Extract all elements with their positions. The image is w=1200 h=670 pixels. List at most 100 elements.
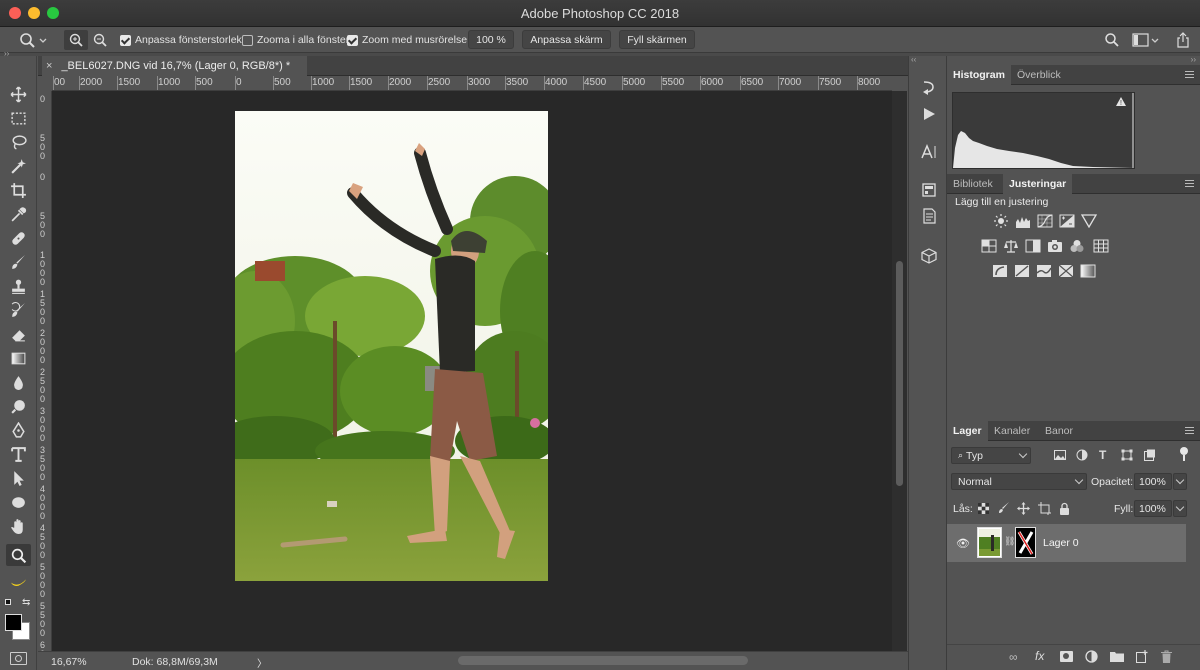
vertical-scroll-thumb[interactable] [896, 261, 903, 486]
layer-filter-dropdown[interactable]: ⌕ Typ [951, 447, 1031, 464]
opacity-slider-button[interactable] [1173, 473, 1187, 490]
banana-tool[interactable] [6, 570, 31, 592]
workspace-switcher[interactable] [1132, 27, 1160, 53]
zoom-in-button[interactable] [64, 30, 88, 50]
layer-mask-thumbnail[interactable] [1015, 527, 1036, 558]
fx-icon[interactable]: fx [1035, 649, 1044, 663]
opacity-input[interactable]: 100% [1134, 473, 1172, 490]
lock-image-pixels-button[interactable] [998, 502, 1010, 514]
tab-adjustments[interactable]: Justeringar [1003, 174, 1073, 194]
lasso-tool[interactable] [6, 131, 31, 153]
3d-panel-button[interactable] [919, 246, 939, 266]
black-white-button[interactable] [1024, 238, 1041, 253]
layer-name[interactable]: Lager 0 [1043, 537, 1079, 549]
new-group-button[interactable] [1110, 651, 1124, 662]
filter-toggle-switch[interactable] [1180, 447, 1188, 462]
lock-position-button[interactable] [1017, 502, 1030, 515]
new-layer-button[interactable] [1136, 650, 1148, 663]
vertical-ruler[interactable]: 0500050010001500200025003000350040004500… [38, 91, 52, 651]
fit-screen-button[interactable]: Anpassa skärm [522, 30, 611, 49]
curves-button[interactable] [1036, 213, 1053, 228]
tab-navigator[interactable]: Överblick [1011, 65, 1067, 85]
zoom-100-button[interactable]: 100 % [468, 30, 514, 49]
selective-color-button[interactable] [1057, 263, 1074, 278]
hand-tool[interactable] [6, 515, 31, 537]
quick-mask-button[interactable] [10, 652, 27, 665]
gradient-map-button[interactable] [1079, 263, 1096, 278]
blur-tool[interactable] [6, 371, 31, 393]
hue-saturation-button[interactable] [980, 238, 997, 253]
search-button[interactable] [1104, 27, 1120, 53]
panel-menu-icon[interactable] [1185, 180, 1194, 187]
photo-filter-button[interactable] [1046, 238, 1063, 253]
panel-menu-icon[interactable] [1185, 71, 1194, 78]
brightness-contrast-button[interactable] [992, 213, 1009, 228]
tab-paths[interactable]: Banor [1039, 421, 1079, 441]
ruler-origin[interactable] [38, 76, 52, 91]
exposure-button[interactable] [1058, 213, 1075, 228]
status-menu-arrow-icon[interactable]: 〉 [257, 655, 267, 670]
actions-panel-button[interactable] [919, 104, 939, 124]
brush-tool[interactable] [6, 251, 31, 273]
eraser-tool[interactable] [6, 323, 31, 345]
zoom-all-windows-checkbox[interactable]: Zooma i alla fönster [242, 27, 349, 53]
type-tool[interactable] [6, 443, 31, 465]
link-layers-icon[interactable]: ∞ [1009, 650, 1018, 664]
horizontal-scroll-thumb[interactable] [458, 656, 748, 665]
clone-stamp-tool[interactable] [6, 275, 31, 297]
filter-adjustment-layers-button[interactable] [1076, 449, 1088, 461]
posterize-button[interactable] [1013, 263, 1030, 278]
quick-selection-tool[interactable] [6, 155, 31, 177]
color-swap-controls[interactable]: ⇆ [4, 597, 34, 611]
blend-mode-dropdown[interactable]: Normal [951, 473, 1087, 490]
document-tab[interactable]: × _BEL6027.DNG vid 16,7% (Lager 0, RGB/8… [42, 56, 307, 76]
layer-row[interactable]: 👁 ⛓ Lager 0 [947, 524, 1186, 562]
fill-input[interactable]: 100% [1134, 500, 1172, 517]
new-adjustment-layer-button[interactable] [1085, 650, 1098, 663]
eye-visibility-icon[interactable]: 👁 [956, 537, 970, 550]
lock-artboard-button[interactable] [1038, 502, 1051, 515]
character-panel-button[interactable] [919, 142, 939, 162]
history-panel-button[interactable] [919, 78, 939, 98]
history-brush-tool[interactable] [6, 299, 31, 321]
delete-layer-button[interactable] [1161, 650, 1172, 663]
marquee-tool[interactable] [6, 107, 31, 129]
vertical-scrollbar[interactable] [892, 91, 907, 651]
tool-preset-picker[interactable] [18, 27, 48, 53]
tab-libraries[interactable]: Bibliotek [947, 174, 999, 194]
zoom-tool[interactable] [6, 544, 31, 566]
ellipse-tool[interactable] [6, 491, 31, 513]
document-image[interactable] [235, 111, 548, 581]
tab-channels[interactable]: Kanaler [988, 421, 1036, 441]
move-tool[interactable] [6, 83, 31, 105]
color-lookup-button[interactable] [1092, 238, 1109, 253]
pen-tool[interactable] [6, 419, 31, 441]
lock-transparent-pixels-button[interactable] [978, 503, 989, 514]
foreground-color-swatch[interactable] [5, 614, 22, 631]
filter-shape-layers-button[interactable] [1121, 449, 1133, 461]
scrubby-zoom-checkbox[interactable]: Zoom med musrörelse [347, 27, 467, 53]
panel-menu-icon[interactable] [1185, 427, 1194, 434]
tab-histogram[interactable]: Histogram [947, 65, 1011, 85]
zoom-level[interactable]: 16,67% [51, 656, 87, 668]
filter-pixel-layers-button[interactable] [1054, 449, 1066, 461]
share-button[interactable] [1176, 27, 1190, 53]
horizontal-ruler[interactable]: 00 2000 1500 1000 500 0 500 1000 1500 2000 2500 300… [52, 76, 892, 91]
threshold-button[interactable] [1035, 263, 1052, 278]
fit-window-checkbox[interactable]: Anpassa fönsterstorlek [120, 27, 242, 53]
paragraph-panel-button[interactable] [919, 206, 939, 226]
eyedropper-tool[interactable] [6, 203, 31, 225]
panels-collapse-icon[interactable]: ›› [1191, 55, 1196, 64]
path-selection-tool[interactable] [6, 467, 31, 489]
add-mask-button[interactable] [1060, 651, 1073, 662]
crop-tool[interactable] [6, 179, 31, 201]
glyphs-panel-button[interactable] [919, 180, 939, 200]
filter-type-layers-icon[interactable]: T [1099, 448, 1106, 462]
color-balance-button[interactable] [1002, 238, 1019, 253]
filter-smart-objects-button[interactable] [1144, 449, 1156, 461]
fill-slider-button[interactable] [1173, 500, 1187, 517]
vibrance-button[interactable] [1080, 213, 1097, 228]
tab-layers[interactable]: Lager [947, 421, 988, 441]
zoom-out-button[interactable] [92, 27, 108, 53]
dodge-tool[interactable] [6, 395, 31, 417]
